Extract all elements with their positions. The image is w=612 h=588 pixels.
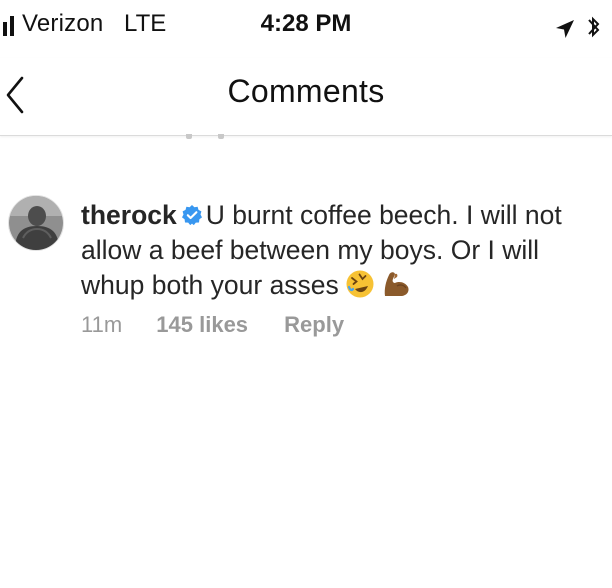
comment-meta: 11m 145 likes Reply [81,312,344,338]
comments-screen: Verizon LTE 4:28 PM Comments therock U b… [0,0,612,588]
reply-button[interactable]: Reply [284,312,344,338]
comment-username[interactable]: therock [81,200,177,230]
status-bar: Verizon LTE 4:28 PM [0,0,612,58]
rolling-on-floor-laughing-emoji [346,270,374,298]
likes-count[interactable]: 145 likes [156,312,248,338]
previous-comment-remnant [100,134,240,144]
avatar[interactable] [8,195,64,251]
page-title: Comments [227,73,385,109]
verified-badge-icon [181,205,202,226]
status-time: 4:28 PM [260,10,352,37]
nav-header: Comments [0,58,612,136]
comment-body: therock U burnt coffee beech. I will not… [81,198,591,303]
profile-photo [9,196,63,250]
flexed-biceps-emoji [384,272,409,296]
comment-timestamp: 11m [81,312,123,337]
bluetooth-icon [588,16,600,38]
location-arrow-icon [556,20,574,38]
